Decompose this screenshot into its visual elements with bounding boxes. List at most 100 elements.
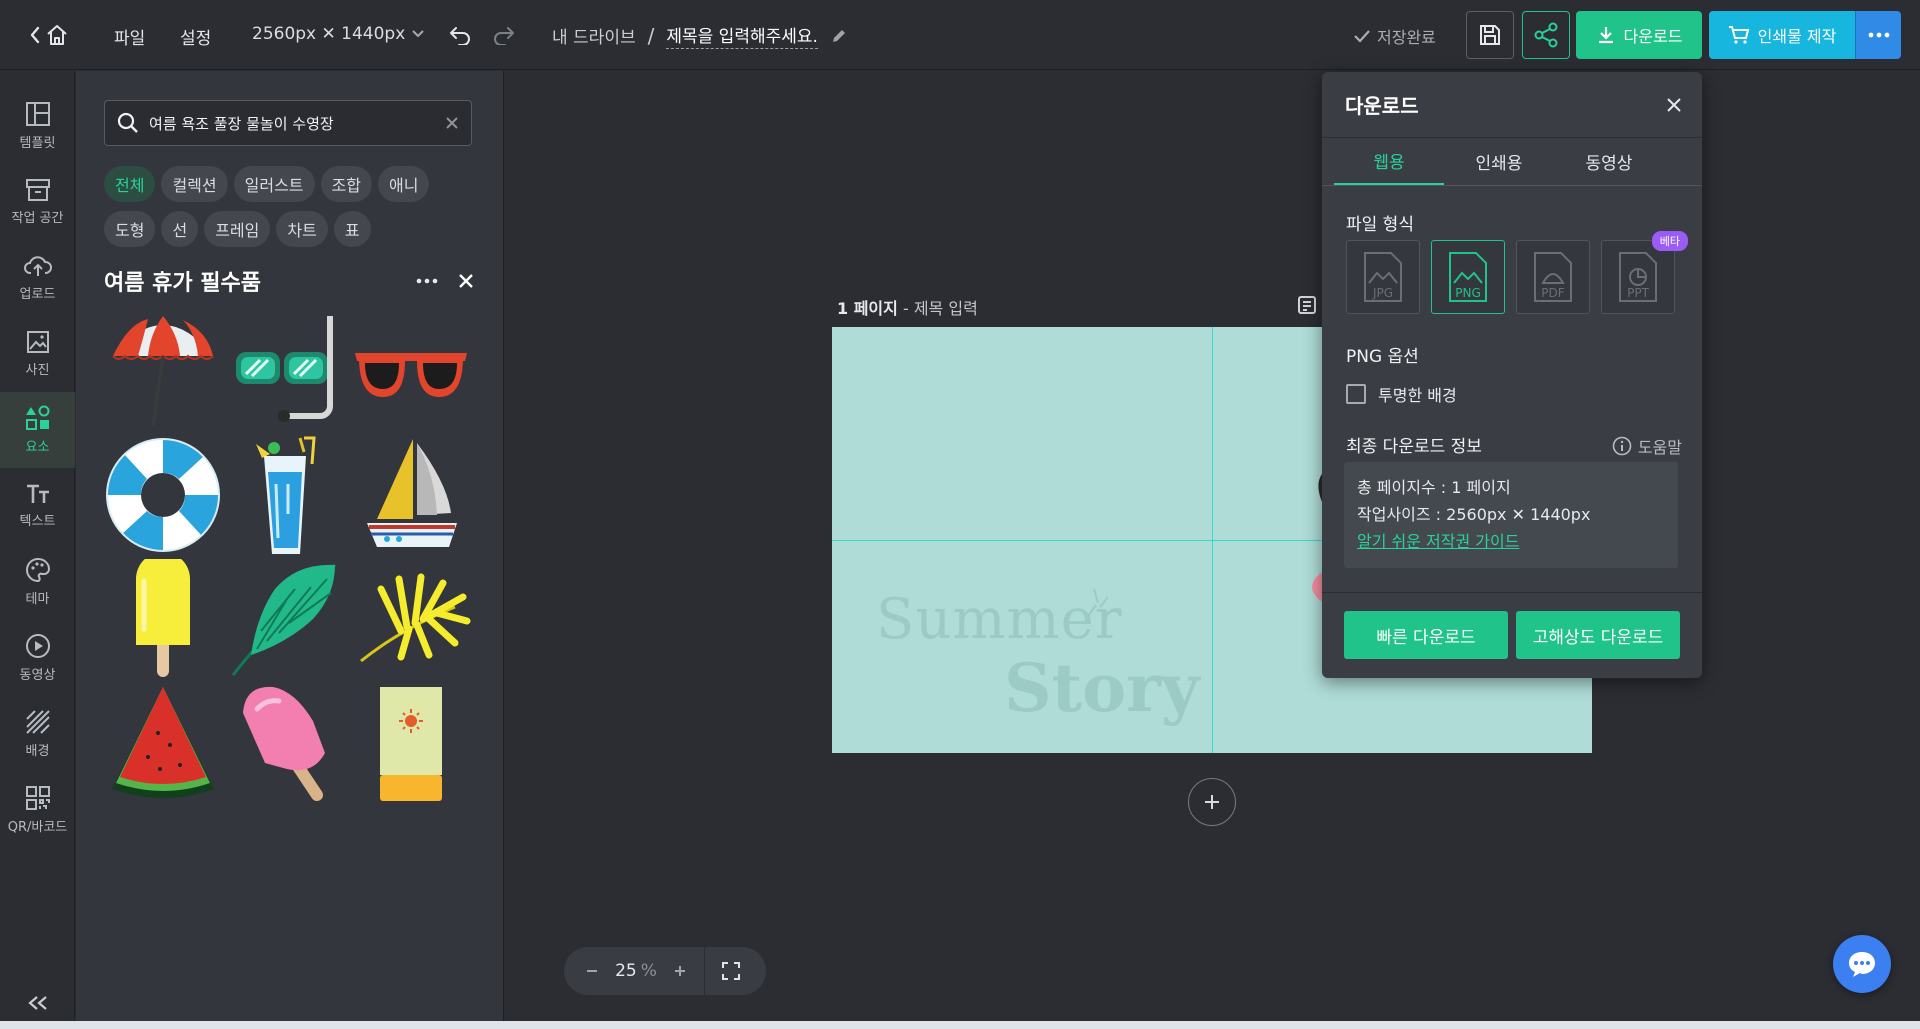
download-info-box: 총 페이지수 : 1 페이지 작업사이즈 : 2560px ✕ 1440px 알… <box>1344 462 1678 568</box>
zoom-in-button[interactable] <box>666 964 694 978</box>
chip-collection[interactable]: 컬렉션 <box>161 166 228 202</box>
beta-badge: 베타 <box>1651 231 1688 251</box>
rail-label: 사진 <box>25 363 50 378</box>
redo-button[interactable] <box>490 22 518 48</box>
rail-item-background[interactable]: 배경 <box>0 696 75 772</box>
print-order-button[interactable]: 인쇄물 제작 <box>1709 11 1855 59</box>
close-icon[interactable] <box>458 273 474 289</box>
tab-video[interactable]: 동영상 <box>1554 138 1664 185</box>
element-sunglasses[interactable] <box>350 311 472 431</box>
home-back-button[interactable] <box>24 22 74 48</box>
chip-illustration[interactable]: 일러스트 <box>233 166 315 202</box>
transparent-bg-checkbox[interactable] <box>1346 384 1366 404</box>
zoom-level[interactable]: 25% <box>606 961 666 981</box>
hires-download-button[interactable]: 고해상도 다운로드 <box>1516 611 1680 659</box>
help-link[interactable]: 도움말 <box>1612 434 1682 458</box>
rail-item-photo[interactable]: 사진 <box>0 316 75 392</box>
save-button[interactable] <box>1466 11 1514 59</box>
chip-animation[interactable]: 애니 <box>377 166 430 202</box>
format-jpg-option[interactable]: JPG <box>1346 240 1420 314</box>
page-label[interactable]: 1 페이지 - 제목 입력 <box>837 295 978 319</box>
element-sunscreen-tube[interactable] <box>350 683 472 803</box>
breadcrumb-my-drive[interactable]: 내 드라이브 <box>552 23 636 48</box>
more-dots-icon[interactable] <box>416 278 438 284</box>
double-chevron-left-icon <box>27 996 47 1010</box>
collapse-panel-button[interactable] <box>0 995 75 1011</box>
share-button[interactable] <box>1522 11 1570 59</box>
search-input[interactable] <box>149 114 435 132</box>
text-icon <box>26 484 49 503</box>
more-menu-button[interactable] <box>1855 11 1901 59</box>
format-jpg-text: JPG <box>1372 286 1393 300</box>
download-button[interactable]: 다운로드 <box>1576 11 1702 59</box>
element-pink-popsicle[interactable] <box>226 683 348 803</box>
transparent-bg-option[interactable]: 투명한 배경 <box>1346 382 1457 406</box>
chip-all[interactable]: 전체 <box>104 166 156 202</box>
chip-chart[interactable]: 차트 <box>276 211 328 247</box>
quick-download-button[interactable]: 빠른 다운로드 <box>1344 611 1508 659</box>
save-status-text: 저장완료 <box>1377 28 1436 47</box>
rail-item-text[interactable]: 텍스트 <box>0 468 75 544</box>
rail-label: 테마 <box>25 592 50 607</box>
close-icon[interactable] <box>1666 97 1682 113</box>
chip-frame[interactable]: 프레임 <box>204 211 271 247</box>
tab-print[interactable]: 인쇄용 <box>1444 138 1554 185</box>
element-yellow-palm-leaf[interactable] <box>350 559 472 679</box>
chat-support-button[interactable] <box>1833 935 1891 993</box>
chip-shape[interactable]: 도형 <box>104 211 156 247</box>
rail-item-elements[interactable]: 요소 <box>0 392 75 468</box>
download-actions: 빠른 다운로드 고해상도 다운로드 <box>1322 592 1702 678</box>
rail-label: 템플릿 <box>19 136 56 151</box>
collection-header: 여름 휴가 필수품 <box>104 263 474 299</box>
format-png-option[interactable]: PNG <box>1431 240 1505 314</box>
photo-icon <box>26 331 49 353</box>
element-green-palm-leaf[interactable] <box>226 559 348 679</box>
rail-item-theme[interactable]: 테마 <box>0 544 75 620</box>
pencil-icon[interactable] <box>830 27 848 45</box>
file-format-label: 파일 형식 <box>1346 215 1414 235</box>
page-note-icon[interactable] <box>1297 295 1317 315</box>
page-title-placeholder: 제목 입력 <box>913 299 978 318</box>
clear-search-icon[interactable] <box>445 116 459 130</box>
chip-combination[interactable]: 조합 <box>320 166 372 202</box>
format-pdf-option[interactable]: PDF <box>1516 240 1590 314</box>
fit-screen-button[interactable] <box>717 961 745 981</box>
help-label: 도움말 <box>1637 438 1682 457</box>
top-bar: 파일 설정 2560px ✕ 1440px 내 드라이브 / 제목을 입력해주세… <box>0 0 1920 70</box>
zoom-value: 25 <box>615 961 637 981</box>
rail-item-upload[interactable]: 업로드 <box>0 240 75 316</box>
redo-icon <box>494 27 514 45</box>
palette-icon <box>25 557 50 583</box>
element-beach-umbrella[interactable] <box>102 311 224 431</box>
rail-label: 텍스트 <box>19 514 56 529</box>
menu-file[interactable]: 파일 <box>114 24 145 49</box>
jpg-file-icon: JPG <box>1364 252 1402 302</box>
chip-line[interactable]: 선 <box>161 211 199 247</box>
check-icon <box>1354 30 1370 43</box>
document-title[interactable]: 제목을 입력해주세요. <box>666 22 818 49</box>
rail-item-qr[interactable]: QR/바코드 <box>0 772 75 848</box>
canvas-size-select[interactable]: 2560px ✕ 1440px <box>252 24 425 44</box>
zoom-out-button[interactable] <box>578 964 606 978</box>
copyright-guide-link[interactable]: 알기 쉬운 저작권 가이드 <box>1357 528 1665 555</box>
element-watermelon-slice[interactable] <box>102 683 224 803</box>
download-header: 다운로드 <box>1322 72 1702 138</box>
element-sailboat[interactable] <box>350 435 472 555</box>
rail-label: QR/바코드 <box>7 820 68 835</box>
tab-web[interactable]: 웹용 <box>1334 138 1444 185</box>
chip-table[interactable]: 표 <box>333 211 371 247</box>
element-yellow-popsicle[interactable] <box>102 559 224 679</box>
canvas-workspace: 1 페이지 - 제목 입력 Summer Story 25% <box>505 71 1920 1029</box>
rail-item-workspace[interactable]: 작업 공간 <box>0 164 75 240</box>
undo-button[interactable] <box>446 22 474 48</box>
menu-settings[interactable]: 설정 <box>180 24 211 49</box>
element-cocktail-drink[interactable] <box>226 435 348 555</box>
story-text[interactable]: Story <box>1004 649 1199 727</box>
format-ppt-option[interactable]: PPT 베타 <box>1601 231 1688 314</box>
rail-label: 배경 <box>25 744 50 759</box>
element-snorkel-mask[interactable] <box>226 311 348 431</box>
rail-item-video[interactable]: 동영상 <box>0 620 75 696</box>
add-page-button[interactable] <box>1188 778 1236 826</box>
rail-item-template[interactable]: 템플릿 <box>0 88 75 164</box>
element-lifebuoy[interactable] <box>102 435 224 555</box>
